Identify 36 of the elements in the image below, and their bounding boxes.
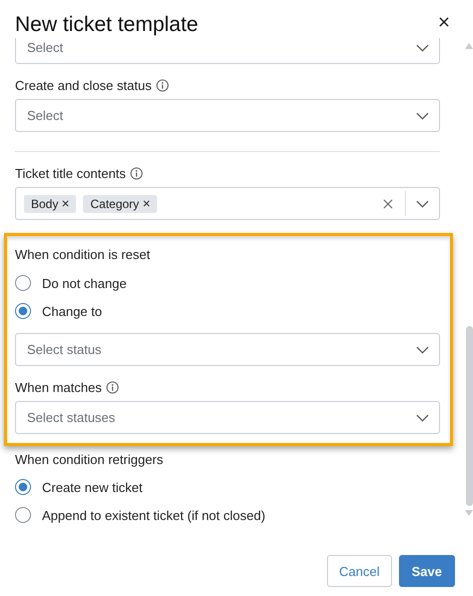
select-field[interactable]: Select (15, 38, 440, 64)
radio-label[interactable]: Append to existent ticket (if not closed) (42, 508, 266, 522)
chevron-down-icon[interactable] (416, 44, 429, 52)
radio-label[interactable]: Create new ticket (42, 480, 142, 494)
field-label: Ticket title contents (15, 166, 126, 180)
remove-icon[interactable] (143, 200, 150, 207)
radio-button[interactable] (15, 303, 31, 319)
chevron-down-icon[interactable] (416, 112, 429, 120)
tag-chip[interactable]: Body (24, 194, 76, 212)
radio-label[interactable]: Change to (42, 304, 102, 318)
close-icon[interactable] (439, 17, 449, 27)
scrollbar-thumb[interactable] (466, 326, 472, 506)
chevron-down-icon[interactable] (416, 414, 429, 422)
multi-select-field[interactable]: Body Category (15, 187, 440, 220)
field-label: When matches (15, 380, 102, 394)
tag-chip[interactable]: Category (83, 194, 158, 212)
radio-button[interactable] (15, 507, 31, 523)
dialog-title: New ticket template (15, 12, 198, 38)
info-icon[interactable] (156, 78, 169, 92)
field-label: Create and close status (15, 78, 152, 92)
group-label: When condition retriggers (15, 452, 164, 468)
select-field[interactable]: Select (15, 99, 440, 132)
group-label: When condition is reset (15, 247, 152, 263)
chevron-down-icon[interactable] (416, 346, 429, 354)
radio-button[interactable] (15, 479, 31, 495)
chevron-down-icon[interactable] (416, 200, 429, 208)
info-icon[interactable] (130, 166, 143, 180)
select-field[interactable]: Select statuses (15, 401, 440, 434)
info-icon[interactable] (106, 380, 119, 394)
radio-button[interactable] (15, 275, 31, 291)
cancel-button[interactable]: Cancel (327, 555, 392, 587)
save-button[interactable]: Save (398, 555, 455, 587)
clear-icon[interactable] (383, 198, 393, 208)
select-field[interactable]: Select status (15, 333, 440, 366)
remove-icon[interactable] (62, 200, 70, 207)
radio-label[interactable]: Do not change (42, 276, 127, 290)
